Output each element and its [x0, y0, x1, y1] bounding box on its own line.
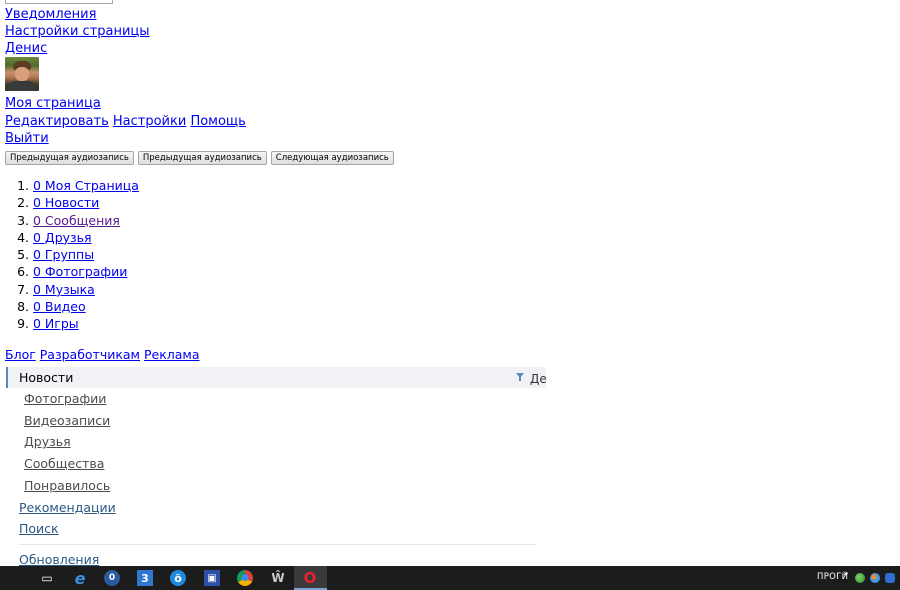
menu-item-groups: 0 Группы	[33, 246, 139, 263]
news-main-item: Рекомендации	[6, 497, 546, 519]
cut-off-label: Де	[530, 372, 547, 386]
prev-audio-button-2[interactable]: Предыдущая аудиозапись	[137, 151, 267, 165]
edge-icon[interactable]: e	[72, 569, 88, 588]
user-name-row: Денис	[5, 40, 47, 57]
menu-link[interactable]: 0 Игры	[33, 316, 79, 331]
news-sub-item: Сообщества	[6, 453, 546, 475]
my-page-link[interactable]: Моя страница	[5, 96, 101, 111]
app-3-icon[interactable]: 3	[137, 570, 153, 586]
menu-link[interactable]: 0 Новости	[33, 195, 99, 210]
news-photos-link[interactable]: Фотографии	[24, 391, 106, 406]
menu-link[interactable]: 0 Видео	[33, 299, 86, 314]
tanks-icon[interactable]: Ŵ	[270, 570, 286, 586]
logout-row: Выйти	[5, 130, 49, 147]
my-page-row: Моя страница	[5, 95, 101, 112]
audio-controls: Предыдущая аудиозапись Предыдущая аудиоз…	[5, 151, 394, 165]
page: Уведомления Настройки страницы Денис Моя…	[0, 0, 900, 590]
chrome-icon[interactable]: ●	[237, 570, 253, 586]
search-input[interactable]	[5, 0, 113, 4]
ads-link[interactable]: Реклама	[144, 347, 200, 362]
divider	[19, 543, 536, 545]
menu-link[interactable]: 0 Музыка	[33, 282, 95, 297]
menu-item-music: 0 Музыка	[33, 281, 139, 298]
news-filter-panel: Новости Де Фотографии Видеозаписи Друзья…	[6, 367, 547, 570]
developers-link[interactable]: Разработчикам	[40, 347, 140, 362]
recommendations-link[interactable]: Рекомендации	[19, 500, 116, 515]
page-settings-row: Настройки страницы	[5, 23, 150, 40]
tray-app-icon[interactable]	[855, 573, 865, 583]
news-communities-link[interactable]: Сообщества	[24, 456, 104, 471]
menu-link[interactable]: 0 Моя Страница	[33, 178, 139, 193]
news-sub-item: Друзья	[6, 431, 546, 453]
edit-link[interactable]: Редактировать	[5, 114, 109, 129]
filter-icon-stem	[519, 377, 521, 381]
task-view-icon[interactable]: ▭	[39, 570, 55, 586]
menu-link[interactable]: 0 Фотографии	[33, 264, 127, 279]
menu-item-messages: 0 Сообщения	[33, 212, 139, 229]
menu-item-video: 0 Видео	[33, 298, 139, 315]
notifications-row: Уведомления	[5, 6, 96, 23]
notifications-link[interactable]: Уведомления	[5, 7, 96, 22]
avatar[interactable]	[5, 57, 39, 91]
tray-browser-icon[interactable]	[870, 573, 880, 583]
menu-link[interactable]: 0 Друзья	[33, 230, 92, 245]
news-liked-link[interactable]: Понравилось	[24, 478, 110, 493]
app-o-icon[interactable]: 0	[104, 570, 120, 586]
user-name-link[interactable]: Денис	[5, 41, 47, 56]
main-menu: 0 Моя Страница 0 Новости 0 Сообщения 0 Д…	[0, 177, 139, 333]
tray-shield-icon[interactable]	[885, 573, 895, 583]
menu-item-news: 0 Новости	[33, 194, 139, 211]
tray-chevron-icon[interactable]: »	[843, 569, 849, 579]
menu-item-friends: 0 Друзья	[33, 229, 139, 246]
news-sub-item: Понравилось	[6, 475, 546, 497]
blog-link[interactable]: Блог	[5, 347, 36, 362]
help-link[interactable]: Помощь	[190, 114, 245, 129]
page-settings-link[interactable]: Настройки страницы	[5, 24, 150, 39]
updates-link[interactable]: Обновления	[19, 552, 99, 567]
news-friends-link[interactable]: Друзья	[24, 434, 71, 449]
menu-item-my-page: 0 Моя Страница	[33, 177, 139, 194]
menu-link[interactable]: 0 Группы	[33, 247, 94, 262]
news-videos-link[interactable]: Видеозаписи	[24, 413, 110, 428]
news-header[interactable]: Новости Де	[6, 367, 547, 388]
opera-icon[interactable]: O	[302, 569, 318, 587]
menu-item-photos: 0 Фотографии	[33, 263, 139, 280]
news-sub-item: Фотографии	[6, 388, 546, 410]
news-header-label: Новости	[19, 370, 74, 385]
logout-link[interactable]: Выйти	[5, 131, 49, 146]
news-main-item: Поиск	[6, 518, 546, 540]
news-search-link[interactable]: Поиск	[19, 521, 59, 536]
menu-item-games: 0 Игры	[33, 315, 139, 332]
prev-audio-button[interactable]: Предыдущая аудиозапись	[5, 151, 134, 165]
taskbar: ▭ e 0 3 ö ▣ ● Ŵ O ПРОГИ »	[0, 566, 900, 590]
settings-link[interactable]: Настройки	[113, 114, 186, 129]
account-links-row: Редактировать Настройки Помощь	[5, 113, 246, 130]
menu-link[interactable]: 0 Сообщения	[33, 213, 120, 228]
timer-icon[interactable]: ö	[170, 570, 186, 586]
news-sub-item: Видеозаписи	[6, 410, 546, 432]
footer-links: Блог Разработчикам Реклама	[5, 346, 200, 363]
next-audio-button[interactable]: Следующая аудиозапись	[270, 151, 394, 165]
save-icon[interactable]: ▣	[204, 570, 220, 586]
